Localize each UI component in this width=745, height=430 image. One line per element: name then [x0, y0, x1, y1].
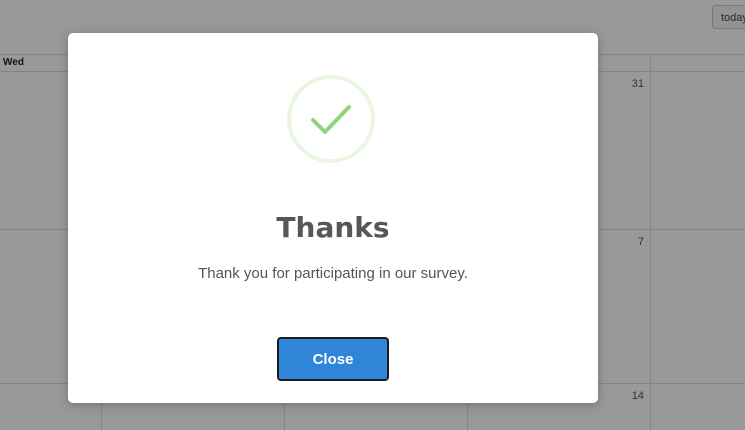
check-circle-icon	[287, 75, 375, 163]
dialog-title: Thanks	[276, 211, 390, 244]
checkmark-icon	[311, 105, 351, 134]
page: today Wed 31 7	[0, 0, 745, 430]
dialog-message: Thank you for participating in our surve…	[198, 265, 468, 282]
close-button[interactable]: Close	[277, 337, 389, 381]
thanks-dialog: Thanks Thank you for participating in ou…	[68, 33, 598, 403]
